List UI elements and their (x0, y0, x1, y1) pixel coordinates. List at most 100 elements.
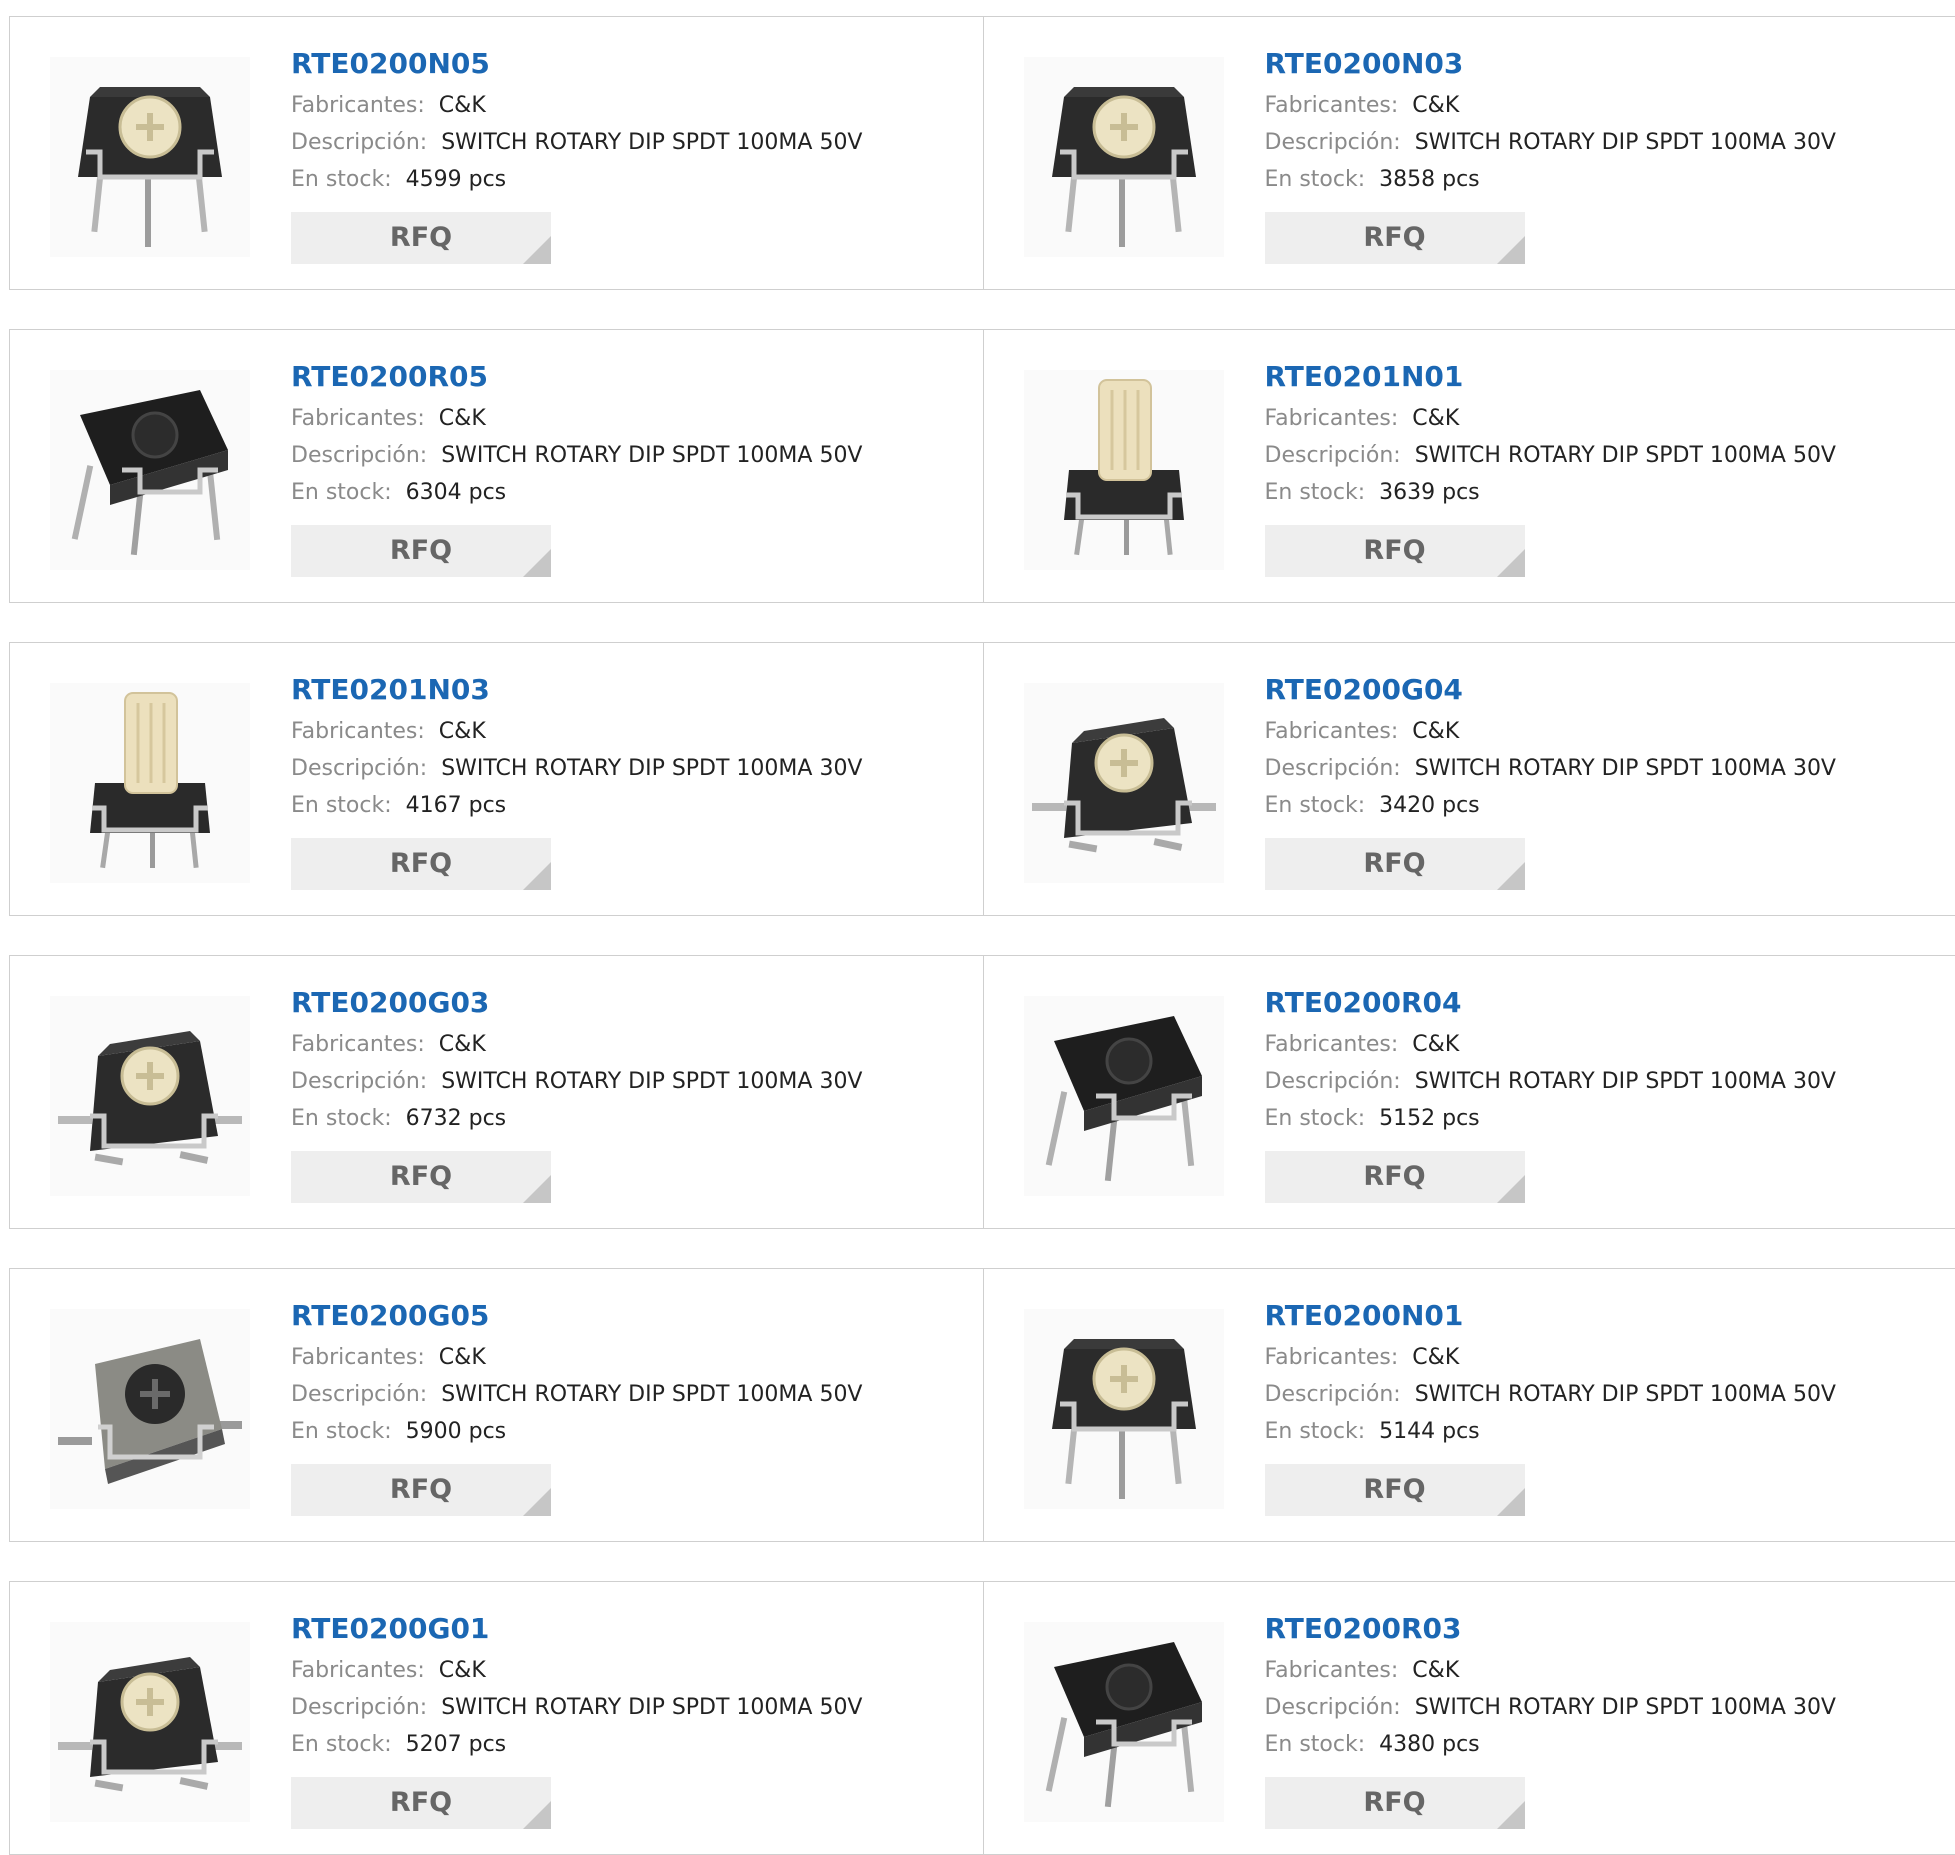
product-name-link[interactable]: RTE0200N01 (1265, 1299, 1837, 1333)
manufacturer-row: Fabricantes: C&K (291, 87, 863, 124)
manufacturer-label: Fabricantes: (291, 406, 425, 431)
product-name-link[interactable]: RTE0200N05 (291, 47, 863, 81)
rfq-button[interactable]: RFQ (1265, 212, 1525, 264)
manufacturer-row: Fabricantes:C&K (1265, 1652, 1837, 1689)
rfq-button-label: RFQ (390, 1787, 452, 1818)
stock-row: En stock:3639 pcs (1265, 474, 1837, 511)
product-name-link[interactable]: RTE0200G03 (291, 986, 863, 1020)
rfq-corner-decoration (1497, 862, 1525, 890)
product-image[interactable] (50, 1309, 250, 1509)
rfq-button-label: RFQ (1363, 1474, 1425, 1505)
product-row: RTE0200R05 Fabricantes: C&K Descripción: S… (9, 329, 1955, 603)
product-name-link[interactable]: RTE0200G04 (1265, 673, 1837, 707)
rfq-button[interactable]: RFQ (1265, 1777, 1525, 1829)
stock-label: En stock: (291, 1419, 392, 1444)
product-image[interactable] (1024, 996, 1224, 1196)
description-value: SWITCH ROTARY DIP SPDT 100MA 30V (1415, 756, 1836, 781)
rfq-button[interactable]: RFQ (291, 1151, 551, 1203)
manufacturer-value: C&K (1412, 1658, 1459, 1683)
description-label: Descripción: (1265, 756, 1401, 781)
rfq-button[interactable]: RFQ (1265, 1151, 1525, 1203)
product-card: RTE0200N01 Fabricantes:C&K Descripción:S… (983, 1269, 1955, 1541)
product-image[interactable] (1024, 683, 1224, 883)
product-image[interactable] (1024, 1622, 1224, 1822)
stock-row: En stock:6732 pcs (291, 1100, 863, 1137)
product-name-link[interactable]: RTE0201N03 (291, 673, 863, 707)
description-value: SWITCH ROTARY DIP SPDT 100MA 30V (441, 756, 862, 781)
manufacturer-label: Fabricantes: (291, 93, 425, 118)
description-value: SWITCH ROTARY DIP SPDT 100MA 50V (441, 130, 862, 155)
product-name-link[interactable]: RTE0200R04 (1265, 986, 1837, 1020)
switch-top-knob-icon (1024, 1309, 1224, 1509)
product-image[interactable] (50, 683, 250, 883)
rfq-button[interactable]: RFQ (291, 212, 551, 264)
description-row: Descripción:SWITCH ROTARY DIP SPDT 100MA… (1265, 1376, 1837, 1413)
manufacturer-value: C&K (439, 93, 486, 118)
product-name-link[interactable]: RTE0200R05 (291, 360, 863, 394)
stock-row: En stock: 5900 pcs (291, 1413, 863, 1450)
stock-value: 3639 pcs (1379, 480, 1480, 505)
rfq-button[interactable]: RFQ (1265, 1464, 1525, 1516)
stock-value: 4380 pcs (1379, 1732, 1480, 1757)
description-row: Descripción:SWITCH ROTARY DIP SPDT 100MA… (291, 750, 863, 787)
product-name-link[interactable]: RTE0200G01 (291, 1612, 863, 1646)
product-card: RTE0200N03 Fabricantes:C&K Descripción:S… (983, 17, 1955, 289)
rfq-corner-decoration (523, 1801, 551, 1829)
stock-label: En stock: (291, 1732, 392, 1757)
manufacturer-value: C&K (1412, 1032, 1459, 1057)
product-info: RTE0200R05 Fabricantes:C&K Descripción:S… (291, 360, 863, 577)
product-info: RTE0201N01 Fabricantes:C&K Descripción:S… (1265, 360, 1837, 577)
stock-value: 5900 pcs (406, 1419, 507, 1444)
stock-label: En stock: (1265, 1419, 1366, 1444)
switch-shaft-icon (50, 683, 250, 883)
switch-smd-gray-icon (50, 1309, 250, 1509)
product-image[interactable] (50, 57, 250, 257)
product-card: RTE0200G04 Fabricantes:C&K Descripción:S… (983, 643, 1955, 915)
description-label: Descripción: (291, 1382, 427, 1407)
product-row: RTE0200N05 Fabricantes:C&K Descripción:S… (9, 16, 1955, 290)
manufacturer-label: Fabricantes: (1265, 1345, 1399, 1370)
rfq-button[interactable]: RFQ (291, 1464, 551, 1516)
product-name-link[interactable]: RTE0200N03 (1265, 47, 1837, 81)
rfq-button-label: RFQ (390, 1161, 452, 1192)
rfq-button[interactable]: RFQ (1265, 838, 1525, 890)
rfq-button[interactable]: RFQ (291, 838, 551, 890)
stock-value: 5144 pcs (1379, 1419, 1480, 1444)
stock-value: 6304 pcs (406, 480, 507, 505)
manufacturer-label: Fabricantes: (1265, 406, 1399, 431)
rfq-button[interactable]: RFQ (291, 1777, 551, 1829)
product-name-link[interactable]: RTE0201N01 (1265, 360, 1837, 394)
product-name-link[interactable]: RTE0200R03 (1265, 1612, 1837, 1646)
product-info: RTE0200G03 Fabricantes:C&K Descripción:S… (291, 986, 863, 1203)
product-image[interactable] (1024, 57, 1224, 257)
product-card: RTE0200R04 Fabricantes:C&K Descripción:S… (983, 956, 1955, 1228)
product-card: RTE0201N01 Fabricantes:C&K Descripción:S… (983, 330, 1955, 602)
description-value: SWITCH ROTARY DIP SPDT 100MA 30V (1415, 130, 1836, 155)
manufacturer-value: C&K (439, 1032, 486, 1057)
product-row: RTE0200G03 Fabricantes:C&K Descripción:S… (9, 955, 1955, 1229)
stock-label: En stock: (291, 167, 392, 192)
product-image[interactable] (1024, 370, 1224, 570)
manufacturer-row: Fabricantes: C&K (291, 1026, 863, 1063)
product-info: RTE0200G04 Fabricantes:C&K Descripción:S… (1265, 673, 1837, 890)
description-value: SWITCH ROTARY DIP SPDT 100MA 50V (441, 443, 862, 468)
product-image[interactable] (1024, 1309, 1224, 1509)
product-card: RTE0200G01 Fabricantes:C&K Descripción:S… (10, 1582, 983, 1854)
manufacturer-value: C&K (1412, 406, 1459, 431)
rfq-button[interactable]: RFQ (1265, 525, 1525, 577)
description-label: Descripción: (291, 443, 427, 468)
stock-row: En stock:3858 pcs (1265, 161, 1837, 198)
stock-row: En stock:4599 pcs (291, 161, 863, 198)
product-image[interactable] (50, 370, 250, 570)
product-row: RTE0200G01 Fabricantes:C&K Descripción:S… (9, 1581, 1955, 1855)
product-info: RTE0200G01 Fabricantes:C&K Descripción:S… (291, 1612, 863, 1829)
switch-smd-knob-icon (50, 996, 250, 1196)
stock-row: En stock:5207 pcs (291, 1726, 863, 1763)
product-image[interactable] (50, 1622, 250, 1822)
product-image[interactable] (50, 996, 250, 1196)
description-value: SWITCH ROTARY DIP SPDT 100MA 50V (441, 1695, 862, 1720)
manufacturer-label: Fabricantes: (291, 1032, 425, 1057)
rfq-button[interactable]: RFQ (291, 525, 551, 577)
rfq-button-label: RFQ (390, 848, 452, 879)
product-name-link[interactable]: RTE0200G05 (291, 1299, 863, 1333)
